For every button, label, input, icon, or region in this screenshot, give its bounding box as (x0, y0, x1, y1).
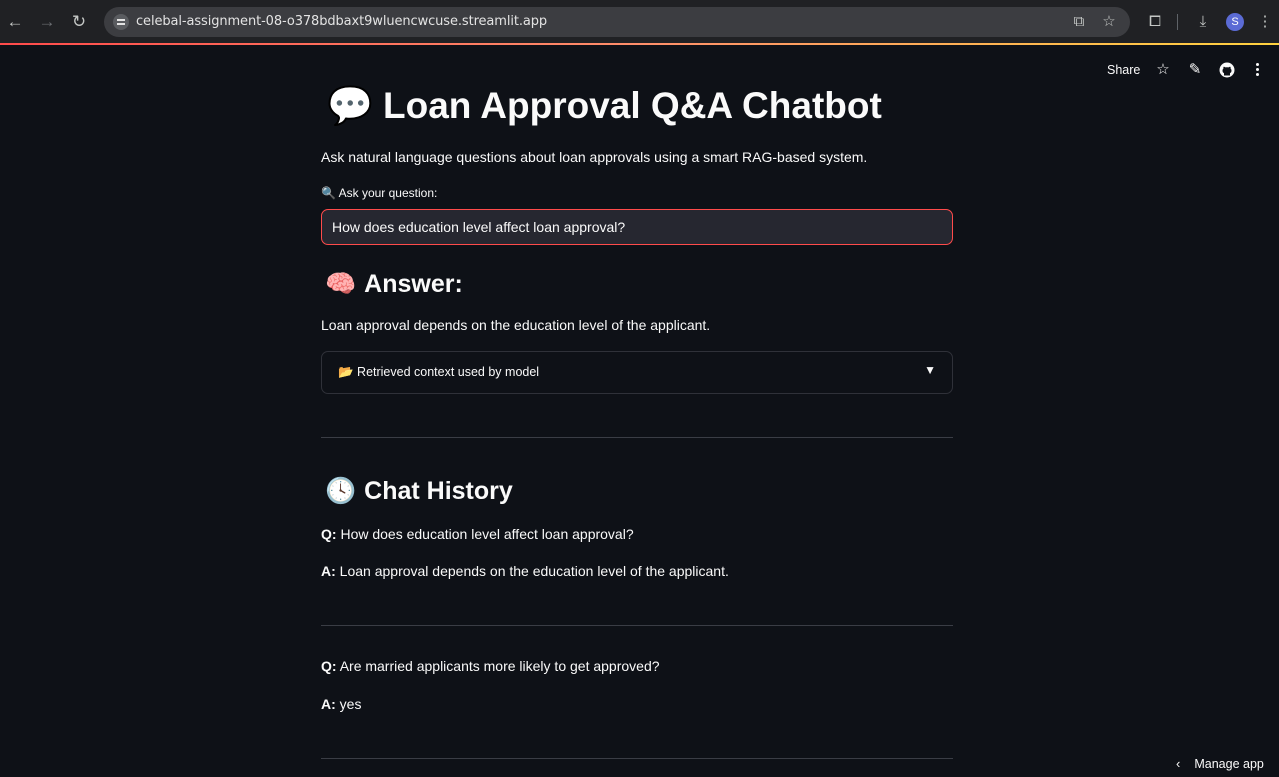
page-subtitle: Ask natural language questions about loa… (321, 149, 868, 165)
url-text[interactable]: celebal-assignment-08-o378bdbaxt9wluencw… (136, 14, 547, 29)
history-question: Q: Are married applicants more likely to… (321, 658, 660, 674)
title-text: Loan Approval Q&A Chatbot (383, 85, 882, 126)
site-info-icon[interactable] (113, 14, 129, 30)
history-answer: A: Loan approval depends on the educatio… (321, 563, 729, 579)
chevron-left-icon: ‹ (1176, 756, 1181, 771)
chat-history-heading: 🕓 Chat History (325, 477, 513, 505)
edit-pencil-icon[interactable]: ✎ (1185, 60, 1205, 80)
brain-icon: 🧠 (325, 270, 357, 298)
chevron-down-icon[interactable]: ▼ (924, 363, 936, 377)
history-question: Q: How does education level affect loan … (321, 526, 634, 542)
page-title: 💬 Loan Approval Q&A Chatbot (327, 85, 882, 128)
install-app-icon[interactable]: ⧉ (1069, 12, 1089, 32)
github-icon[interactable] (1217, 60, 1237, 80)
reload-icon[interactable]: ↻ (68, 11, 90, 33)
browser-menu-icon[interactable]: ⋮ (1254, 11, 1276, 33)
toolbar-divider (1177, 14, 1178, 30)
bookmark-star-icon[interactable]: ☆ (1099, 12, 1119, 32)
streamlit-top-accent (0, 43, 1279, 45)
divider (321, 758, 953, 759)
browser-toolbar: ← → ↻ celebal-assignment-08-o378bdbaxt9w… (0, 0, 1279, 44)
clock-icon: 🕓 (325, 477, 357, 505)
share-button[interactable]: Share (1107, 63, 1140, 77)
divider (321, 625, 953, 626)
main-menu-icon[interactable] (1256, 63, 1260, 77)
extensions-icon[interactable]: ⧠ (1144, 11, 1166, 33)
download-icon[interactable]: ⤓ (1192, 11, 1214, 33)
address-bar[interactable]: celebal-assignment-08-o378bdbaxt9wluencw… (104, 7, 1130, 37)
manage-app-button[interactable]: ‹ Manage app (1176, 756, 1264, 771)
expander-label[interactable]: 📂 Retrieved context used by model (338, 365, 539, 380)
speech-bubble-icon: 💬 (327, 85, 374, 126)
divider (321, 437, 953, 438)
history-answer: A: yes (321, 696, 362, 712)
profile-avatar[interactable]: S (1226, 13, 1244, 31)
back-icon[interactable]: ← (4, 11, 26, 33)
question-label: 🔍 Ask your question: (321, 186, 438, 200)
answer-heading: 🧠 Answer: (325, 270, 463, 298)
forward-icon[interactable]: → (36, 11, 58, 33)
question-input[interactable] (321, 209, 953, 245)
answer-text: Loan approval depends on the education l… (321, 317, 711, 333)
star-icon[interactable]: ☆ (1153, 60, 1173, 80)
context-expander[interactable]: 📂 Retrieved context used by model ▼ (321, 351, 953, 394)
